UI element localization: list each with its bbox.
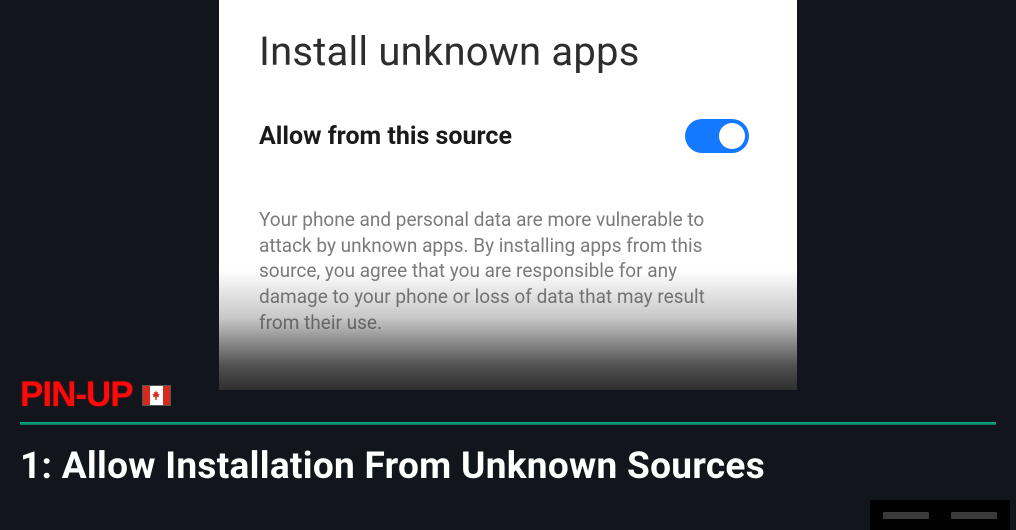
tab-slot: [883, 512, 929, 519]
flag-red-left: [143, 386, 150, 405]
allow-from-source-toggle[interactable]: [685, 119, 749, 153]
bottom-dark-tab: [870, 500, 1010, 530]
toggle-knob: [719, 123, 745, 149]
settings-page-title: Install unknown apps: [259, 28, 757, 75]
step-heading: 1: Allow Installation From Unknown Sourc…: [20, 445, 765, 488]
maple-leaf-icon: [152, 390, 160, 400]
flag-white-center: [150, 386, 163, 405]
canada-flag-icon: [143, 386, 170, 405]
green-divider: [20, 422, 996, 425]
flag-red-right: [163, 386, 170, 405]
allow-from-source-row[interactable]: Allow from this source: [259, 119, 757, 153]
pinup-logo: PIN-UP: [20, 375, 133, 415]
page-container: Install unknown apps Allow from this sou…: [0, 0, 1016, 530]
unknown-apps-warning-text: Your phone and personal data are more vu…: [259, 207, 757, 335]
tab-slot: [951, 512, 997, 519]
brand-row: PIN-UP: [20, 375, 170, 415]
allow-from-source-label: Allow from this source: [259, 122, 512, 151]
android-settings-panel: Install unknown apps Allow from this sou…: [219, 0, 797, 390]
